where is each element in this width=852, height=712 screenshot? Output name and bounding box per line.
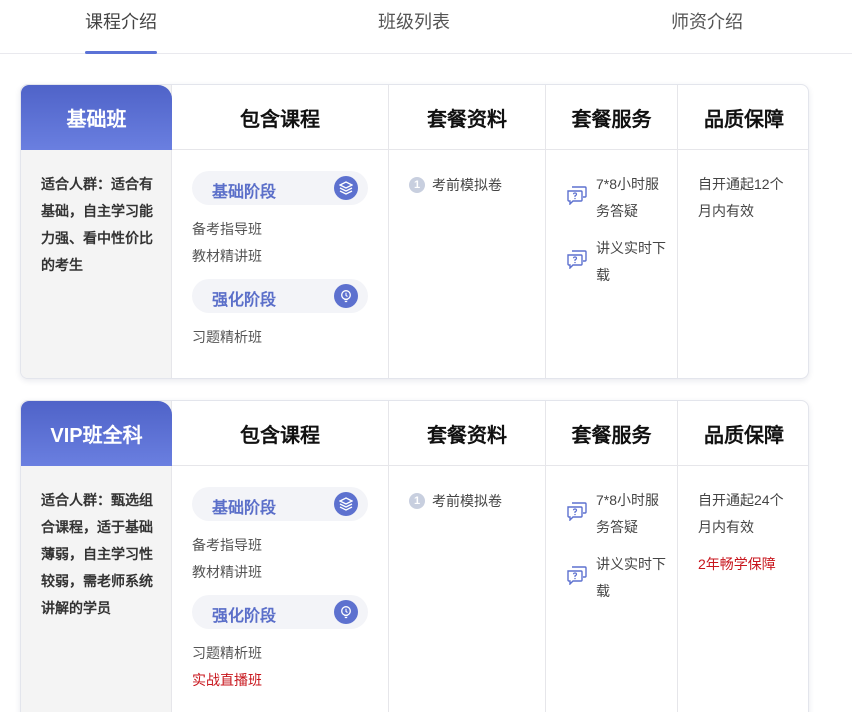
courses-header: 包含课程 (172, 85, 388, 150)
audience-text: 适合人群：甄选组合课程，适于基础薄弱，自主学习性较弱，需老师系统讲解的学员 (41, 492, 153, 616)
services-header: 套餐服务 (546, 85, 677, 150)
service-label: 讲义实时下载 (596, 556, 666, 599)
layers-icon (334, 492, 358, 516)
material-label: 考前模拟卷 (432, 493, 502, 509)
top-tab-bar: 课程介绍 班级列表 师资介绍 (0, 0, 852, 54)
quality-header: 品质保障 (678, 401, 808, 466)
services-column: 套餐服务 7*8小时服务答疑 讲义实时下载 (546, 85, 678, 378)
class-card-basic: 基础班 适合人群：适合有基础，自主学习能力强、看中性价比的考生 包含课程 基础阶… (20, 84, 809, 379)
class-info-column: 基础班 适合人群：适合有基础，自主学习能力强、看中性价比的考生 (21, 85, 172, 378)
courses-column: 包含课程 基础阶段 备考指导班 教材精讲班 强化阶段 习题精析班 (172, 85, 389, 378)
stage-pill-basic[interactable]: 基础阶段 (192, 171, 368, 205)
course-item: 习题精析班 (192, 329, 262, 345)
class-name: VIP班全科 (21, 401, 172, 466)
layers-icon (334, 176, 358, 200)
course-item: 习题精析班 (192, 645, 262, 661)
number-badge: 1 (409, 177, 425, 193)
material-label: 考前模拟卷 (432, 177, 502, 193)
validity-text: 自开通起12个月内有效 (698, 176, 784, 219)
chat-question-icon (566, 249, 588, 270)
material-item: 1 考前模拟卷 (409, 491, 502, 511)
chat-question-icon (566, 565, 588, 586)
class-info-column: VIP班全科 适合人群：甄选组合课程，适于基础薄弱，自主学习性较弱，需老师系统讲… (21, 401, 172, 712)
materials-header: 套餐资料 (389, 85, 545, 150)
stage-label: 基础阶段 (212, 184, 277, 201)
live-class-item: 实战直播班 (192, 672, 262, 688)
stage-label: 强化阶段 (212, 608, 277, 625)
stage-label: 强化阶段 (212, 292, 277, 309)
services-header: 套餐服务 (546, 401, 677, 466)
quality-header: 品质保障 (678, 85, 808, 150)
service-label: 7*8小时服务答疑 (596, 176, 660, 219)
materials-column: 套餐资料 1 考前模拟卷 (389, 85, 546, 378)
courses-header: 包含课程 (172, 401, 388, 466)
stage-label: 基础阶段 (212, 500, 277, 517)
quality-column: 品质保障 自开通起24个月内有效 2年畅学保障 (678, 401, 808, 712)
bulb-icon (334, 600, 358, 624)
quality-column: 品质保障 自开通起12个月内有效 (678, 85, 808, 378)
course-item: 教材精讲班 (192, 564, 262, 580)
stage-pill-advanced[interactable]: 强化阶段 (192, 595, 368, 629)
validity-text: 自开通起24个月内有效 (698, 492, 784, 535)
bulb-icon (334, 284, 358, 308)
service-label: 7*8小时服务答疑 (596, 492, 660, 535)
service-label: 讲义实时下载 (596, 240, 666, 283)
tab-class-list[interactable]: 班级列表 (378, 8, 450, 48)
services-column: 套餐服务 7*8小时服务答疑 讲义实时下载 (546, 401, 678, 712)
tab-teacher-intro[interactable]: 师资介绍 (671, 8, 743, 48)
materials-header: 套餐资料 (389, 401, 545, 466)
stage-pill-advanced[interactable]: 强化阶段 (192, 279, 368, 313)
class-card-vip: VIP班全科 适合人群：甄选组合课程，适于基础薄弱，自主学习性较弱，需老师系统讲… (20, 400, 809, 712)
course-item: 备考指导班 (192, 537, 262, 553)
chat-question-icon (566, 501, 588, 522)
materials-column: 套餐资料 1 考前模拟卷 (389, 401, 546, 712)
course-item: 教材精讲班 (192, 248, 262, 264)
material-item: 1 考前模拟卷 (409, 175, 502, 195)
chat-question-icon (566, 185, 588, 206)
course-item: 备考指导班 (192, 221, 262, 237)
stage-pill-basic[interactable]: 基础阶段 (192, 487, 368, 521)
courses-column: 包含课程 基础阶段 备考指导班 教材精讲班 强化阶段 习题精析班 实战直播班 (172, 401, 389, 712)
number-badge: 1 (409, 493, 425, 509)
guarantee-text: 2年畅学保障 (698, 556, 776, 572)
audience-text: 适合人群：适合有基础，自主学习能力强、看中性价比的考生 (41, 176, 153, 273)
tab-course-intro[interactable]: 课程介绍 (85, 8, 157, 54)
class-name: 基础班 (21, 85, 172, 150)
